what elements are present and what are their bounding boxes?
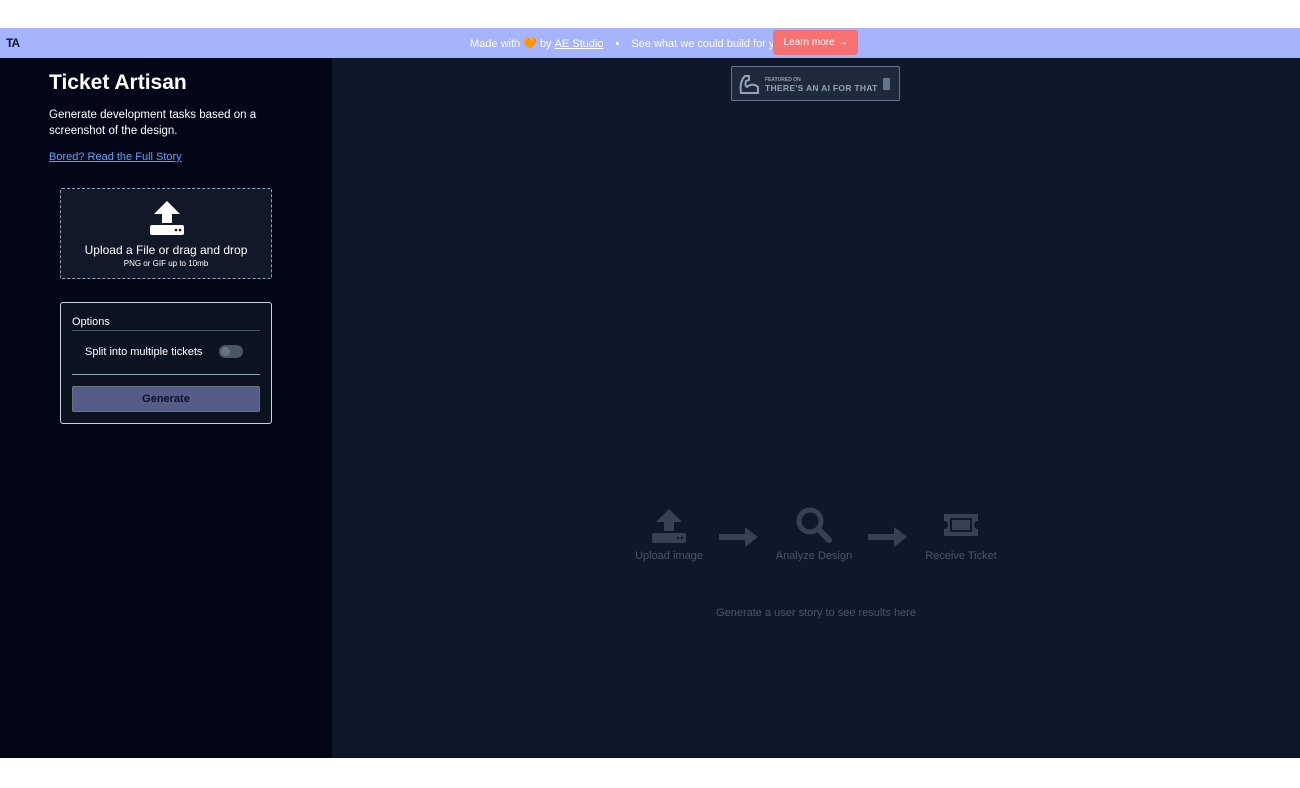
sidebar: Ticket Artisan Generate development task… xyxy=(0,58,332,758)
promo-banner: TA Made with 🧡 by AE Studio • See what w… xyxy=(0,28,1300,58)
made-with-text: Made with 🧡 by xyxy=(470,38,552,50)
options-divider xyxy=(72,330,260,331)
generate-button[interactable]: Generate xyxy=(72,386,260,412)
step-label: Receive Ticket xyxy=(925,550,997,562)
badge-title: THERE'S AN AI FOR THAT xyxy=(765,83,878,93)
page-description: Generate development tasks based on a sc… xyxy=(49,109,257,137)
step-label: Analyze Design xyxy=(775,550,853,562)
page-title: Ticket Artisan xyxy=(49,71,187,94)
upload-hint: PNG or GIF up to 10mb xyxy=(123,259,209,268)
banner-message: Made with 🧡 by AE Studio • See what we c… xyxy=(470,37,787,51)
app-logo[interactable]: TA xyxy=(6,36,20,50)
learn-more-button[interactable]: Learn more → xyxy=(773,30,858,55)
arrow-right-icon xyxy=(719,527,758,547)
file-upload-dropzone[interactable]: Upload a File or drag and drop PNG or GI… xyxy=(60,188,272,279)
bookmark-icon xyxy=(883,78,890,90)
upload-icon xyxy=(150,201,184,235)
ae-studio-link[interactable]: AE Studio xyxy=(555,38,604,50)
top-whitespace xyxy=(0,0,1300,28)
arrow-right-icon xyxy=(868,527,907,547)
full-story-link[interactable]: Bored? Read the Full Story xyxy=(49,151,182,163)
results-panel: FEATURED ON THERE'S AN AI FOR THAT Uploa… xyxy=(332,58,1300,758)
options-panel: Options Split into multiple tickets Gene… xyxy=(60,302,272,424)
flexed-arm-icon xyxy=(739,75,759,94)
upload-title: Upload a File or drag and drop xyxy=(84,243,248,257)
split-tickets-toggle[interactable] xyxy=(219,345,243,358)
split-tickets-label: Split into multiple tickets xyxy=(85,346,203,358)
ticket-icon xyxy=(944,514,978,536)
upload-icon xyxy=(652,509,686,543)
step-label: Upload image xyxy=(635,550,703,562)
options-divider xyxy=(72,374,260,375)
bottom-whitespace xyxy=(0,758,1300,788)
toggle-knob xyxy=(221,347,230,356)
empty-state-hint: Generate a user story to see results her… xyxy=(716,607,916,619)
featured-badge[interactable]: FEATURED ON THERE'S AN AI FOR THAT xyxy=(731,66,900,101)
banner-tagline: See what we could build for you xyxy=(631,37,787,50)
search-icon xyxy=(796,507,832,543)
options-label: Options xyxy=(72,316,110,328)
separator-dot: • xyxy=(615,37,620,50)
